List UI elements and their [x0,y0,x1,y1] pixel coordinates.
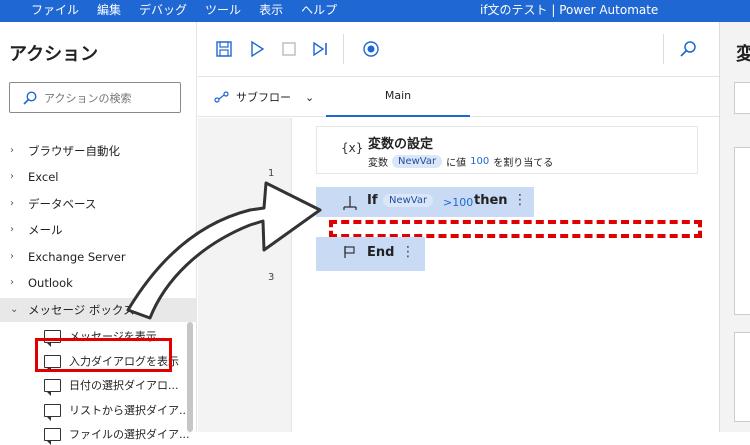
properties-field[interactable] [734,82,750,114]
properties-section [734,332,750,422]
properties-section [734,147,750,315]
properties-title: 変 [736,44,750,65]
properties-panel: 変 [719,22,750,432]
annotation-arrow [126,181,322,320]
